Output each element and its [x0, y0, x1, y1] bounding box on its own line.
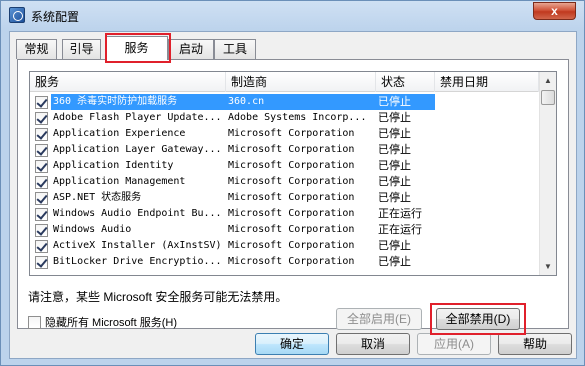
row-checkbox[interactable] [35, 160, 48, 173]
service-name: Windows Audio Endpoint Bu... [53, 208, 222, 219]
scroll-up-icon[interactable]: ▲ [540, 72, 556, 89]
header-status[interactable]: 状态 [376, 72, 435, 92]
service-vendor: Microsoft Corporation [228, 224, 355, 235]
hide-ms-services[interactable]: 隐藏所有 Microsoft 服务(H) [28, 314, 177, 330]
service-vendor: Microsoft Corporation [228, 256, 355, 267]
dialog-client: 常规 引导 服务 启动 工具 服务 制造商 状态 禁用日期 360 杀毒实时防护… [9, 31, 577, 359]
service-status: 已停止 [378, 111, 411, 124]
service-vendor: Microsoft Corporation [228, 128, 355, 139]
service-name: Application Layer Gateway... [53, 144, 222, 155]
table-row[interactable]: ActiveX Installer (AxInstSV) Microsoft C… [30, 238, 539, 254]
header-service[interactable]: 服务 [30, 72, 226, 92]
service-status: 已停止 [376, 94, 435, 110]
service-vendor: Adobe Systems Incorp... [228, 112, 367, 123]
row-checkbox[interactable] [35, 176, 48, 189]
service-status: 已停止 [378, 191, 411, 204]
service-name: BitLocker Drive Encryptio... [53, 256, 222, 267]
row-checkbox[interactable] [35, 128, 48, 141]
service-status: 已停止 [378, 175, 411, 188]
service-name: ASP.NET 状态服务 [53, 192, 142, 203]
tab-startup[interactable]: 启动 [168, 39, 214, 59]
scroll-thumb[interactable] [541, 90, 555, 105]
table-row[interactable]: Windows Audio Endpoint Bu... Microsoft C… [30, 206, 539, 222]
service-name: ActiveX Installer (AxInstSV) [53, 240, 222, 251]
service-vendor: 360.cn [226, 94, 376, 110]
service-vendor: Microsoft Corporation [228, 192, 355, 203]
row-checkbox[interactable] [35, 112, 48, 125]
service-vendor: Microsoft Corporation [228, 160, 355, 171]
row-checkbox[interactable] [35, 240, 48, 253]
tab-tools[interactable]: 工具 [214, 39, 256, 59]
scroll-down-icon[interactable]: ▼ [540, 258, 556, 275]
disable-all-highlight [430, 303, 526, 335]
enable-all-button[interactable]: 全部启用(E) [336, 308, 422, 330]
table-row[interactable]: Application Layer Gateway... Microsoft C… [30, 142, 539, 158]
table-row[interactable]: 360 杀毒实时防护加载服务 360.cn 已停止 [30, 94, 539, 110]
row-checkbox[interactable] [35, 256, 48, 269]
service-vendor: Microsoft Corporation [228, 176, 355, 187]
tab-general[interactable]: 常规 [16, 39, 57, 59]
service-status: 已停止 [378, 127, 411, 140]
row-checkbox[interactable] [35, 96, 48, 109]
cancel-button[interactable]: 取消 [336, 333, 410, 355]
table-row[interactable]: ASP.NET 状态服务 Microsoft Corporation 已停止 [30, 190, 539, 206]
header-disabled-date[interactable]: 禁用日期 [435, 72, 539, 92]
vertical-scrollbar[interactable]: ▲ ▼ [539, 72, 556, 275]
service-status: 已停止 [378, 159, 411, 172]
system-config-window: 系统配置 x 常规 引导 服务 启动 工具 服务 制造商 状态 禁用日期 360… [0, 0, 585, 366]
row-checkbox[interactable] [35, 192, 48, 205]
services-tab-highlight [105, 33, 171, 63]
list-header: 服务 制造商 状态 禁用日期 [30, 72, 539, 92]
msconfig-icon [9, 7, 25, 23]
service-name: Adobe Flash Player Update... [53, 112, 222, 123]
service-status: 已停止 [378, 143, 411, 156]
table-row[interactable]: Application Management Microsoft Corpora… [30, 174, 539, 190]
table-row[interactable]: Windows Audio Microsoft Corporation 正在运行 [30, 222, 539, 238]
security-note: 请注意，某些 Microsoft 安全服务可能无法禁用。 [28, 290, 288, 304]
row-checkbox[interactable] [35, 144, 48, 157]
tab-boot[interactable]: 引导 [62, 39, 101, 59]
window-title: 系统配置 [31, 10, 80, 24]
service-status: 正在运行 [378, 207, 422, 220]
services-list[interactable]: 服务 制造商 状态 禁用日期 360 杀毒实时防护加载服务 360.cn 已停止… [29, 71, 557, 276]
service-name: 360 杀毒实时防护加载服务 [51, 94, 226, 110]
apply-button[interactable]: 应用(A) [417, 333, 491, 355]
service-status: 已停止 [378, 239, 411, 252]
list-rows: 360 杀毒实时防护加载服务 360.cn 已停止 Adobe Flash Pl… [30, 94, 539, 270]
help-button[interactable]: 帮助 [498, 333, 572, 355]
services-panel: 服务 制造商 状态 禁用日期 360 杀毒实时防护加载服务 360.cn 已停止… [17, 59, 569, 335]
title-bar[interactable]: 系统配置 x [1, 1, 584, 29]
row-checkbox[interactable] [35, 208, 48, 221]
service-name: Windows Audio [53, 224, 132, 235]
close-button[interactable]: x [533, 2, 576, 20]
table-row[interactable]: BitLocker Drive Encryptio... Microsoft C… [30, 254, 539, 270]
row-checkbox[interactable] [35, 224, 48, 237]
service-name: Application Experience [53, 128, 186, 139]
service-vendor: Microsoft Corporation [228, 240, 355, 251]
service-name: Application Management [53, 176, 186, 187]
service-vendor: Microsoft Corporation [228, 144, 355, 155]
table-row[interactable]: Application Experience Microsoft Corpora… [30, 126, 539, 142]
service-vendor: Microsoft Corporation [228, 208, 355, 219]
hide-ms-label: 隐藏所有 Microsoft 服务(H) [45, 317, 177, 329]
header-vendor[interactable]: 制造商 [226, 72, 376, 92]
hide-ms-checkbox[interactable] [28, 316, 41, 329]
service-status: 正在运行 [378, 223, 422, 236]
service-name: Application Identity [53, 160, 174, 171]
table-row[interactable]: Application Identity Microsoft Corporati… [30, 158, 539, 174]
table-row[interactable]: Adobe Flash Player Update... Adobe Syste… [30, 110, 539, 126]
service-status: 已停止 [378, 255, 411, 268]
ok-button[interactable]: 确定 [255, 333, 329, 355]
